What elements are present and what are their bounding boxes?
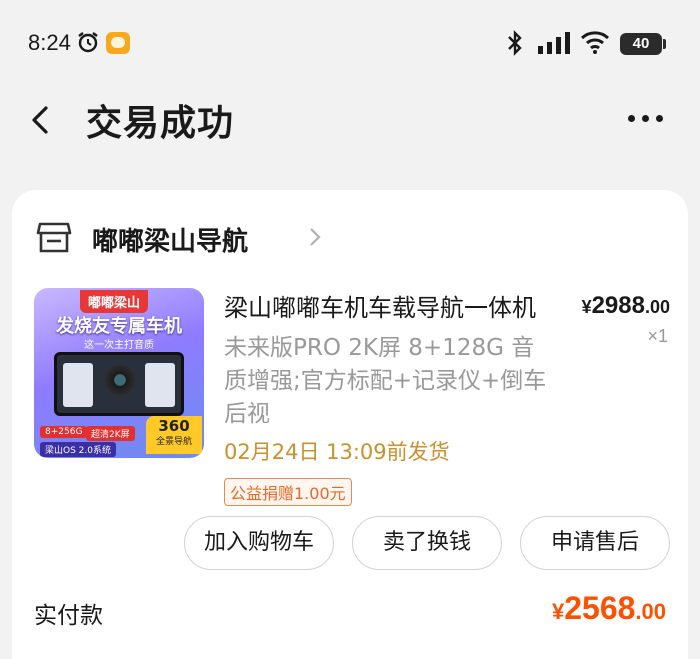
thumbnail-360-text: 全景导航 xyxy=(155,437,192,447)
order-card: 嘟嘟梁山导航 嘟嘟梁山 发烧友专属车机 这一次主打音质 8+256G 超清2K屏… xyxy=(12,190,688,659)
charity-tag: 公益捐赠1.00元 xyxy=(224,478,352,506)
paid-decimal: .00 xyxy=(635,599,666,624)
wifi-icon xyxy=(580,31,610,54)
thumbnail-subheadline: 这一次主打音质 xyxy=(84,340,154,351)
paid-integer: 2568 xyxy=(564,590,636,626)
product-spec: 未来版PRO 2K屏 8+128G 音质增强;官方标配+记录仪+倒车后视 xyxy=(224,335,547,427)
add-to-cart-button[interactable]: 加入购物车 xyxy=(184,516,334,570)
thumbnail-360-number: 360 xyxy=(158,417,190,435)
more-dot-icon xyxy=(628,115,635,122)
price-currency: ¥ xyxy=(581,297,592,317)
after-sale-button[interactable]: 申请售后 xyxy=(520,516,670,570)
product-quantity: ×1 xyxy=(647,326,668,346)
signal-icon xyxy=(538,32,570,54)
screen-panel xyxy=(145,363,175,407)
resell-button[interactable]: 卖了换钱 xyxy=(352,516,502,570)
more-dot-icon xyxy=(656,115,663,122)
page-title: 交易成功 xyxy=(86,103,235,144)
battery-indicator: 40 xyxy=(620,33,662,55)
thumbnail-device-screen xyxy=(54,352,184,416)
thumbnail-360-badge: 360 全景导航 xyxy=(146,416,202,454)
store-link[interactable]: 嘟嘟梁山导航 xyxy=(36,218,336,258)
more-dot-icon xyxy=(642,115,649,122)
chevron-right-icon xyxy=(310,228,321,246)
price-decimal: .00 xyxy=(644,297,670,317)
paid-amount-label: 实付款 xyxy=(34,603,103,629)
paid-amount: ¥2568.00 xyxy=(552,590,666,627)
screen-disc xyxy=(105,365,135,395)
battery-tip xyxy=(663,39,666,49)
thumbnail-os-badge: 梁山OS 2.0系统 xyxy=(40,442,116,457)
product-price: ¥2988.00 xyxy=(582,292,670,320)
more-options-button[interactable] xyxy=(624,108,668,128)
back-button[interactable] xyxy=(24,98,60,142)
thumbnail-badge-storage: 8+256G xyxy=(40,426,88,438)
store-name: 嘟嘟梁山导航 xyxy=(92,227,249,257)
thumbnail-brand: 嘟嘟梁山 xyxy=(80,290,149,313)
product-thumbnail[interactable]: 嘟嘟梁山 发烧友专属车机 这一次主打音质 8+256G 超清2K屏 梁山OS 2… xyxy=(34,288,204,458)
status-time: 8:24 xyxy=(28,30,71,55)
bluetooth-icon xyxy=(508,30,522,56)
paid-currency: ¥ xyxy=(551,599,565,624)
price-integer: 2988 xyxy=(591,292,645,319)
alarm-clock-icon xyxy=(78,32,98,53)
screen-panel xyxy=(63,363,93,407)
store-icon xyxy=(36,222,72,253)
thumbnail-badge-screen: 超清2K屏 xyxy=(86,426,135,441)
status-bar: 8:24 40 xyxy=(0,0,700,90)
product-title[interactable]: 梁山嘟嘟车机车载导航一体机 xyxy=(224,288,544,323)
thumbnail-headline: 发烧友专属车机 xyxy=(56,316,182,337)
ship-time: 02月24日 13:09前发货 xyxy=(224,440,450,464)
message-app-icon xyxy=(106,32,130,54)
